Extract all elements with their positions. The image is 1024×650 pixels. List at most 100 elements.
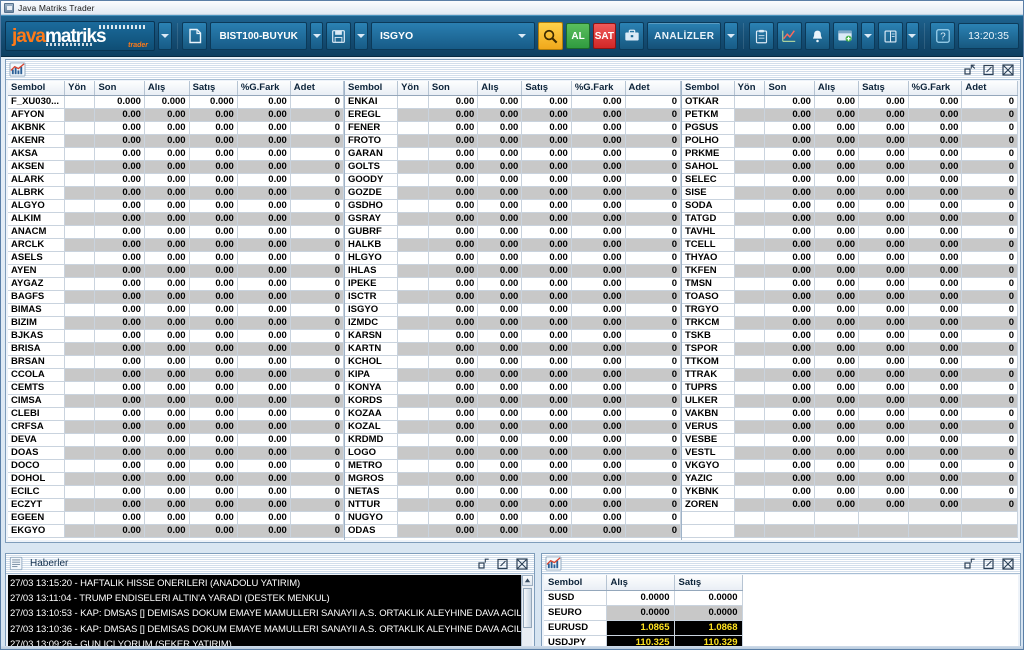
close-button[interactable] [1001, 557, 1014, 570]
table-row[interactable]: TCELL 0.00 0.00 0.00 0.00 0 [682, 238, 1018, 252]
table-row[interactable]: NUGYO 0.00 0.00 0.00 0.00 0 [345, 511, 681, 525]
table-row[interactable]: BAGFS 0.00 0.00 0.00 0.00 0 [8, 290, 345, 304]
table-row[interactable]: CIMSA 0.00 0.00 0.00 0.00 0 [8, 394, 345, 408]
column-header-sembol[interactable]: Sembol [8, 81, 66, 96]
column-header-son[interactable]: Son [764, 81, 815, 96]
fx-column-header-sembol[interactable]: Sembol [544, 575, 607, 591]
table-row[interactable]: KRDMD 0.00 0.00 0.00 0.00 0 [345, 433, 681, 447]
table-row[interactable]: KCHOL 0.00 0.00 0.00 0.00 0 [345, 355, 681, 369]
table-row[interactable]: KARTN 0.00 0.00 0.00 0.00 0 [345, 342, 681, 356]
column-header-sat[interactable]: Satış [189, 81, 238, 96]
column-header-son[interactable]: Son [428, 81, 479, 96]
table-row[interactable]: ECZYT 0.00 0.00 0.00 0.00 0 [8, 498, 345, 512]
table-row[interactable]: SAHOL 0.00 0.00 0.00 0.00 0 [682, 160, 1018, 174]
table-row[interactable]: KONYA 0.00 0.00 0.00 0.00 0 [345, 381, 681, 395]
table-row[interactable]: HLGYO 0.00 0.00 0.00 0.00 0 [345, 251, 681, 265]
table-row[interactable]: FROTO 0.00 0.00 0.00 0.00 0 [345, 134, 681, 148]
table-row[interactable]: EKGYO 0.00 0.00 0.00 0.00 0 [8, 524, 345, 538]
column-header-adet[interactable]: Adet [290, 81, 345, 96]
table-row[interactable]: DEVA 0.00 0.00 0.00 0.00 0 [8, 433, 345, 447]
table-row[interactable]: BRSAN 0.00 0.00 0.00 0.00 0 [8, 355, 345, 369]
table-row[interactable]: AFYON 0.00 0.00 0.00 0.00 0 [8, 108, 345, 122]
column-header-g-fark[interactable]: %G.Fark [571, 81, 626, 96]
table-row[interactable]: FENER 0.00 0.00 0.00 0.00 0 [345, 121, 681, 135]
table-row[interactable]: ALGYO 0.00 0.00 0.00 0.00 0 [8, 199, 345, 213]
table-row[interactable]: VERUS 0.00 0.00 0.00 0.00 0 [682, 420, 1018, 434]
table-row[interactable]: BRISA 0.00 0.00 0.00 0.00 0 [8, 342, 345, 356]
column-header-adet[interactable]: Adet [625, 81, 681, 96]
table-row[interactable] [682, 524, 1018, 538]
table-row[interactable]: ISCTR 0.00 0.00 0.00 0.00 0 [345, 290, 681, 304]
table-row[interactable]: ISGYO 0.00 0.00 0.00 0.00 0 [345, 303, 681, 317]
table-row[interactable]: TKFEN 0.00 0.00 0.00 0.00 0 [682, 264, 1018, 278]
table-row[interactable]: YAZIC 0.00 0.00 0.00 0.00 0 [682, 472, 1018, 486]
scrollbar-thumb[interactable] [522, 588, 532, 628]
maximize-button[interactable] [982, 63, 995, 76]
window-icon[interactable] [832, 22, 859, 50]
news-item[interactable]: 27/03 13:10:53 - KAP: DMSAS [] DEMISAS D… [10, 606, 532, 621]
table-row[interactable]: TUPRS 0.00 0.00 0.00 0.00 0 [682, 381, 1018, 395]
table-row[interactable]: ASELS 0.00 0.00 0.00 0.00 0 [8, 251, 345, 265]
table-row[interactable]: KIPA 0.00 0.00 0.00 0.00 0 [345, 368, 681, 382]
table-row[interactable]: GOODY 0.00 0.00 0.00 0.00 0 [345, 173, 681, 187]
table-row[interactable]: POLHO 0.00 0.00 0.00 0.00 0 [682, 134, 1018, 148]
column-header-y-n[interactable]: Yön [397, 81, 429, 96]
table-row[interactable]: GSRAY 0.00 0.00 0.00 0.00 0 [345, 212, 681, 226]
table-row[interactable]: AYGAZ 0.00 0.00 0.00 0.00 0 [8, 277, 345, 291]
table-row[interactable]: TMSN 0.00 0.00 0.00 0.00 0 [682, 277, 1018, 291]
column-header-al[interactable]: Alış [144, 81, 190, 96]
table-row[interactable]: VKGYO 0.00 0.00 0.00 0.00 0 [682, 459, 1018, 473]
fx-column-header-al[interactable]: Alış [606, 575, 675, 591]
table-row[interactable]: ALARK 0.00 0.00 0.00 0.00 0 [8, 173, 345, 187]
column-header-sat[interactable]: Satış [521, 81, 572, 96]
table-row[interactable]: TTRAK 0.00 0.00 0.00 0.00 0 [682, 368, 1018, 382]
restore-button[interactable] [963, 557, 976, 570]
column-header-y-n[interactable]: Yön [734, 81, 766, 96]
scroll-up-icon[interactable] [521, 575, 533, 586]
column-header-son[interactable]: Son [94, 81, 145, 96]
table-row[interactable]: THYAO 0.00 0.00 0.00 0.00 0 [682, 251, 1018, 265]
table-row[interactable]: GOZDE 0.00 0.00 0.00 0.00 0 [345, 186, 681, 200]
table-row[interactable]: YKBNK 0.00 0.00 0.00 0.00 0 [682, 485, 1018, 499]
table-row[interactable]: NTTUR 0.00 0.00 0.00 0.00 0 [345, 498, 681, 512]
column-header-g-fark[interactable]: %G.Fark [908, 81, 963, 96]
news-item[interactable]: 27/03 13:15:20 - HAFTALIK HISSE ONERILER… [10, 576, 532, 591]
table-row[interactable]: IHLAS 0.00 0.00 0.00 0.00 0 [345, 264, 681, 278]
table-row[interactable]: CCOLA 0.00 0.00 0.00 0.00 0 [8, 368, 345, 382]
table-row[interactable]: AKSEN 0.00 0.00 0.00 0.00 0 [8, 160, 345, 174]
column-header-sembol[interactable]: Sembol [682, 81, 735, 96]
table-row[interactable]: VESTL 0.00 0.00 0.00 0.00 0 [682, 446, 1018, 460]
column-header-al[interactable]: Alış [814, 81, 860, 96]
table-row[interactable]: KOZAL 0.00 0.00 0.00 0.00 0 [345, 420, 681, 434]
save-dropdown[interactable] [354, 22, 368, 50]
clipboard-icon[interactable] [748, 22, 774, 50]
window-dropdown[interactable] [861, 22, 875, 50]
table-row[interactable]: NETAS 0.00 0.00 0.00 0.00 0 [345, 485, 681, 499]
table-row[interactable]: ECILC 0.00 0.00 0.00 0.00 0 [8, 485, 345, 499]
workspace-dropdown[interactable] [309, 22, 324, 50]
table-row[interactable]: TTKOM 0.00 0.00 0.00 0.00 0 [682, 355, 1018, 369]
bell-icon[interactable] [804, 22, 830, 50]
restore-button[interactable] [477, 557, 490, 570]
table-row[interactable]: VESBE 0.00 0.00 0.00 0.00 0 [682, 433, 1018, 447]
fx-row[interactable]: SUSD 0.0000 0.0000 [544, 590, 743, 606]
table-row[interactable]: ALKIM 0.00 0.00 0.00 0.00 0 [8, 212, 345, 226]
news-item[interactable]: 27/03 13:11:04 - TRUMP ENDISELERI ALTIN'… [10, 591, 532, 606]
table-row[interactable]: ENKAI 0.00 0.00 0.00 0.00 0 [345, 95, 681, 109]
table-row[interactable]: SELEC 0.00 0.00 0.00 0.00 0 [682, 173, 1018, 187]
table-row[interactable]: ZOREN 0.00 0.00 0.00 0.00 0 [682, 498, 1018, 512]
chart-icon[interactable] [776, 22, 802, 50]
table-row[interactable]: TATGD 0.00 0.00 0.00 0.00 0 [682, 212, 1018, 226]
table-row[interactable]: EREGL 0.00 0.00 0.00 0.00 0 [345, 108, 681, 122]
book-icon[interactable] [877, 22, 903, 50]
quote-table-container[interactable]: Sembol Yön Son Alış Satış %G.Fark Adet F_XU030… [8, 81, 1018, 540]
news-item[interactable]: 27/03 13:09:26 - GUN ICI YORUM (SEKER YA… [10, 637, 532, 646]
search-icon[interactable] [538, 22, 564, 50]
table-row[interactable]: GUBRF 0.00 0.00 0.00 0.00 0 [345, 225, 681, 239]
table-row[interactable]: TRGYO 0.00 0.00 0.00 0.00 0 [682, 303, 1018, 317]
table-row[interactable]: PETKM 0.00 0.00 0.00 0.00 0 [682, 108, 1018, 122]
column-header-g-fark[interactable]: %G.Fark [237, 81, 291, 96]
news-scrollbar[interactable] [521, 575, 533, 646]
workspace-selector[interactable]: BIST100-BUYUK [210, 22, 307, 50]
table-row[interactable]: PRKME 0.00 0.00 0.00 0.00 0 [682, 147, 1018, 161]
